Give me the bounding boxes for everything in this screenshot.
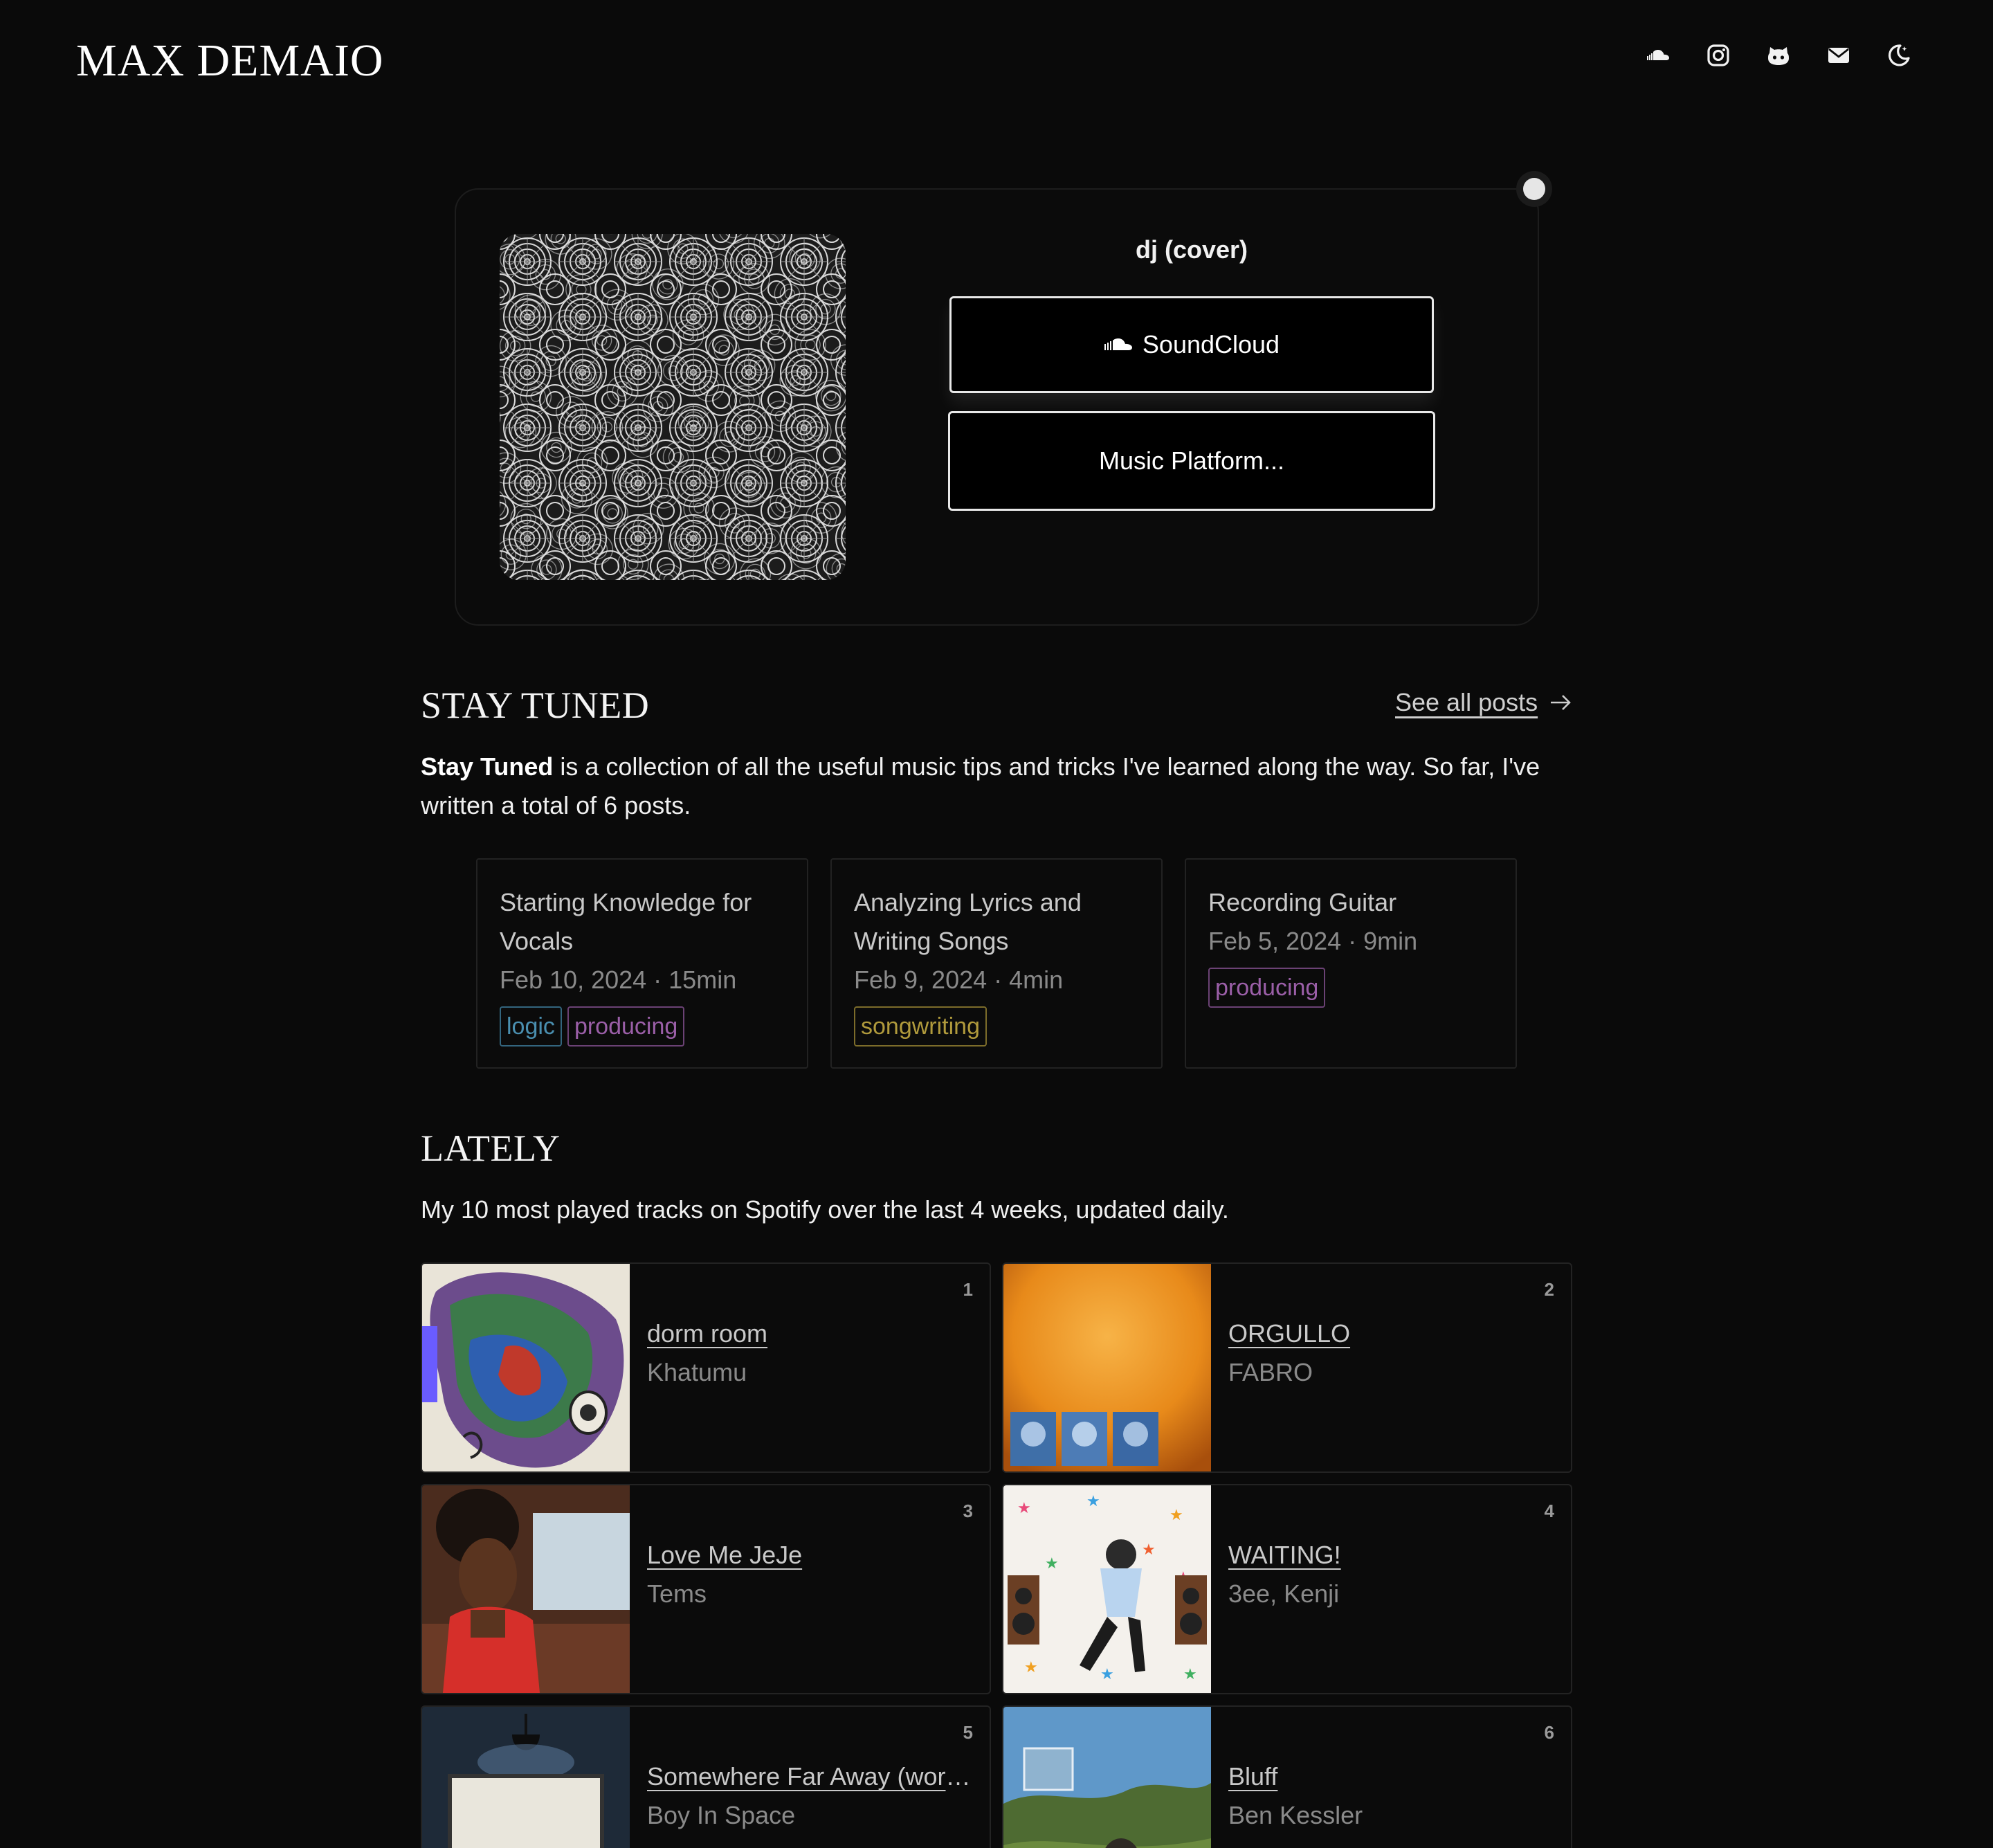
track-artist: Khatumu <box>647 1358 747 1386</box>
svg-text:★: ★ <box>1045 1555 1059 1573</box>
track-name-link[interactable]: ORGULLO <box>1228 1319 1560 1348</box>
soundcloud-icon[interactable] <box>1646 43 1671 68</box>
svg-text:★: ★ <box>1086 1493 1100 1510</box>
soundcloud-button[interactable]: SoundCloud <box>949 296 1434 393</box>
player-track-title: dj (cover) <box>1135 235 1248 264</box>
track-artwork <box>422 1485 630 1693</box>
post-title: Analyzing Lyrics and Writing Songs <box>854 888 1082 955</box>
tag-producing[interactable]: producing <box>1208 968 1326 1008</box>
mail-icon[interactable] <box>1826 43 1851 68</box>
post-meta: Feb 5, 2024 · 9min <box>1208 927 1418 955</box>
album-cover <box>500 234 846 580</box>
header-nav <box>1646 43 1911 68</box>
page: MAX DEMAIO dj (cover) SoundCloud Music P… <box>0 0 1993 1848</box>
see-all-posts-label: See all posts <box>1395 688 1538 716</box>
track-rank: 2 <box>1544 1279 1554 1300</box>
see-all-posts-link[interactable]: See all posts <box>1395 688 1572 717</box>
soundcloud-icon <box>1104 338 1132 350</box>
track-artwork <box>422 1707 630 1848</box>
track-rank: 5 <box>963 1722 973 1743</box>
track-artwork <box>1003 1264 1211 1471</box>
svg-text:★: ★ <box>1142 1541 1156 1559</box>
post-title: Recording Guitar <box>1208 888 1397 916</box>
track-artist: Boy In Space <box>647 1801 796 1829</box>
stay-tuned-intro-bold: Stay Tuned <box>421 752 554 781</box>
track-rank: 1 <box>963 1279 973 1300</box>
track-artist: 3ee, Kenji <box>1228 1579 1340 1608</box>
svg-text:★: ★ <box>1170 1507 1183 1524</box>
svg-text:★: ★ <box>1183 1666 1197 1683</box>
tag-songwriting[interactable]: songwriting <box>854 1006 987 1047</box>
post-tags: logic producing <box>500 1006 785 1047</box>
theme-toggle-icon[interactable] <box>1886 43 1911 68</box>
post-card[interactable]: Analyzing Lyrics and Writing Songs Feb 9… <box>830 858 1163 1069</box>
tag-logic[interactable]: logic <box>500 1006 562 1047</box>
github-icon[interactable] <box>1766 43 1791 68</box>
tag-producing[interactable]: producing <box>567 1006 685 1047</box>
post-meta: Feb 10, 2024 · 15min <box>500 966 737 994</box>
track-card: 1 dorm room Khatumu <box>421 1262 991 1473</box>
track-artwork <box>422 1264 630 1471</box>
track-artwork <box>1003 1707 1211 1848</box>
track-artist: Tems <box>647 1579 707 1608</box>
track-name-link[interactable]: Love Me JeJe <box>647 1541 979 1570</box>
stay-tuned-heading: STAY TUNED <box>421 685 650 726</box>
lately-intro: My 10 most played tracks on Spotify over… <box>421 1195 1229 1224</box>
track-name-link[interactable]: WAITING! <box>1228 1541 1560 1570</box>
site-title[interactable]: MAX DEMAIO <box>76 35 383 87</box>
track-name-link[interactable]: Bluff <box>1228 1762 1560 1791</box>
track-artist: Ben Kessler <box>1228 1801 1363 1829</box>
track-artwork: ★★★ ★★★ ★★★ <box>1003 1485 1211 1693</box>
post-tags: producing <box>1208 968 1493 1008</box>
svg-text:★: ★ <box>1017 1500 1031 1517</box>
track-card: 3 Love Me JeJe Tems <box>421 1484 991 1694</box>
track-rank: 3 <box>963 1501 973 1521</box>
post-tags: songwriting <box>854 1006 1139 1047</box>
track-card: ★★★ ★★★ ★★★ 4 WAITING! 3ee, Kenji <box>1002 1484 1572 1694</box>
track-artist: FABRO <box>1228 1358 1313 1386</box>
lately-heading: LATELY <box>421 1127 561 1169</box>
album-cover-art <box>500 234 846 580</box>
track-name-link[interactable]: dorm room <box>647 1319 979 1348</box>
arrow-right-icon <box>1551 695 1571 710</box>
track-card: 2 ORGULLO FABRO <box>1002 1262 1572 1473</box>
music-platform-button[interactable]: Music Platform... <box>948 411 1435 511</box>
soundcloud-button-label: SoundCloud <box>1142 330 1280 359</box>
stay-tuned-intro: Stay Tuned is a collection of all the us… <box>421 748 1569 825</box>
track-name-link[interactable]: Somewhere Far Away (work in progress) <box>647 1762 979 1791</box>
post-card[interactable]: Starting Knowledge for Vocals Feb 10, 20… <box>476 858 808 1069</box>
track-rank: 6 <box>1544 1722 1554 1743</box>
track-card: 5 Somewhere Far Away (work in progress) … <box>421 1705 991 1848</box>
track-rank: 4 <box>1544 1501 1554 1521</box>
stay-tuned-intro-text: is a collection of all the useful music … <box>421 752 1540 819</box>
player-status-dot[interactable] <box>1516 171 1552 207</box>
post-title: Starting Knowledge for Vocals <box>500 888 752 955</box>
track-card: 6 Bluff Ben Kessler <box>1002 1705 1572 1848</box>
svg-text:★: ★ <box>1024 1659 1038 1676</box>
post-meta: Feb 9, 2024 · 4min <box>854 966 1064 994</box>
instagram-icon[interactable] <box>1706 43 1731 68</box>
svg-text:★: ★ <box>1100 1666 1114 1683</box>
post-card[interactable]: Recording Guitar Feb 5, 2024 · 9min prod… <box>1185 858 1517 1069</box>
